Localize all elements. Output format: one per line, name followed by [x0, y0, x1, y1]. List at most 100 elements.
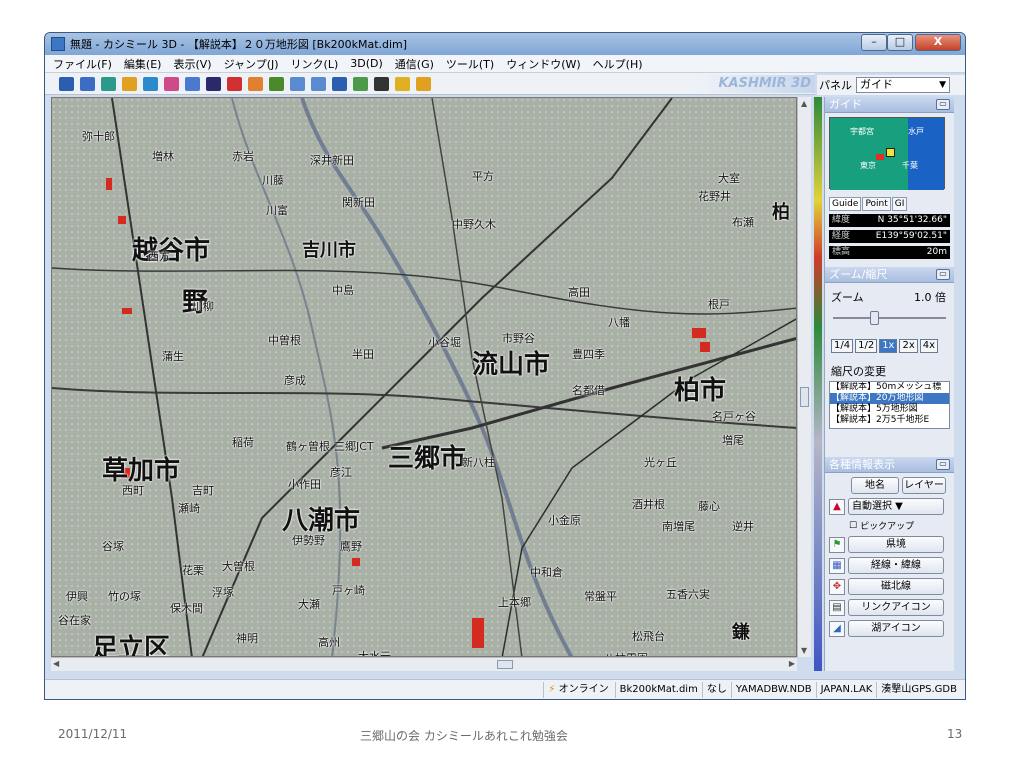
guide-map[interactable]: 宇都宮 水戸 東京 千葉	[829, 117, 945, 190]
stamp2-icon[interactable]	[122, 76, 137, 91]
arrow-right-icon[interactable]	[311, 76, 326, 91]
zoom-button-3[interactable]: 2x	[899, 339, 918, 353]
guide-header[interactable]: ガイド ▭	[825, 97, 954, 113]
zoom-position-icon[interactable]	[59, 76, 74, 91]
info-button-4[interactable]: 湖アイコン	[848, 620, 944, 637]
map-label: 鎌	[732, 622, 750, 643]
zoom-slider[interactable]	[833, 311, 946, 325]
scroll-down-icon[interactable]: ▼	[801, 646, 807, 655]
menu-item-3[interactable]: ジャンプ(J)	[224, 56, 279, 72]
scroll-right-icon[interactable]: ▶	[789, 659, 795, 668]
map-label: 新八柱	[462, 456, 495, 469]
menu-item-4[interactable]: リンク(L)	[291, 56, 339, 72]
eraser-icon[interactable]	[248, 76, 263, 91]
stamp-icon[interactable]	[101, 76, 116, 91]
info-button-0[interactable]: 県境	[848, 536, 944, 553]
panel-selector: パネル ガイド ▼	[817, 75, 965, 95]
camera-icon[interactable]	[332, 76, 347, 91]
panel-dropdown-value: ガイド	[860, 78, 893, 91]
map-label: 大曽根	[222, 560, 255, 573]
menu-item-1[interactable]: 編集(E)	[124, 56, 162, 72]
auto-select-dropdown[interactable]: 自動選択 ▼	[848, 498, 944, 515]
pickup-checkbox[interactable]: ☐	[849, 521, 857, 531]
collapse-icon[interactable]: ▭	[936, 459, 950, 470]
map-label: 西方	[148, 250, 170, 263]
flag-icon[interactable]	[416, 76, 431, 91]
compass-icon[interactable]: ✥	[829, 578, 845, 595]
help-icon[interactable]	[395, 76, 410, 91]
map-label: 中野久木	[452, 218, 496, 231]
scroll-thumb-h[interactable]	[497, 660, 513, 669]
menu-item-2[interactable]: 表示(V)	[173, 56, 211, 72]
lake-icon[interactable]: ◢	[829, 620, 845, 637]
collapse-icon[interactable]: ▭	[936, 269, 950, 280]
map-label: 大瀬	[298, 598, 320, 611]
map-vertical-scrollbar[interactable]: ▲ ▼	[797, 97, 811, 657]
online-label: オンライン	[558, 683, 609, 695]
footer-caption: 三郷山の会 カシミールあれこれ勉強会	[360, 729, 568, 743]
save-icon[interactable]	[374, 76, 389, 91]
title-bar[interactable]: 無題 - カシミール 3D - 【解説本】２０万地形図 [Bk200kMat.d…	[45, 33, 965, 55]
menu-item-5[interactable]: 3D(D)	[350, 57, 383, 70]
scale-list[interactable]: 【解説本】50mメッシュ標 【解説本】20万地形図 【解説本】5万地形図 【解説本】2…	[829, 381, 950, 429]
map-label: 吉町	[192, 484, 214, 497]
zoom-buttons: 1/4 1/2 1x 2x 4x	[825, 325, 954, 353]
table-icon[interactable]	[353, 76, 368, 91]
map-view[interactable]: 越谷市 吉川市野流山市 柏市 草加市 八潮市 三郷市 足立区 弥十郎 増林 赤岩 深井新田 平方 大室花…	[51, 97, 797, 657]
map-label: 三郷市	[388, 444, 467, 474]
zoom-button-0[interactable]: 1/4	[831, 339, 854, 353]
menu-item-7[interactable]: ツール(T)	[446, 56, 494, 72]
panel-dropdown[interactable]: ガイド ▼	[856, 77, 950, 93]
tab-point[interactable]: Point	[862, 197, 891, 211]
link-icon[interactable]: ▤	[829, 599, 845, 616]
info-button-2[interactable]: 磁北線	[848, 578, 944, 595]
info-header[interactable]: 各種情報表示 ▭	[825, 457, 954, 473]
close-button[interactable]: X	[915, 34, 961, 51]
map-label: 布瀬	[732, 216, 754, 229]
menu-item-9[interactable]: ヘルプ(H)	[593, 56, 643, 72]
flag-icon[interactable]: ⚑	[829, 536, 845, 553]
scroll-left-icon[interactable]: ◀	[53, 659, 59, 668]
tab-gi[interactable]: GI	[891, 197, 908, 211]
ruler-icon[interactable]	[269, 76, 284, 91]
minimize-button[interactable]: –	[861, 34, 887, 51]
stamp5-icon[interactable]	[185, 76, 200, 91]
maximize-button[interactable]: □	[887, 34, 913, 51]
binoculars-icon[interactable]	[206, 76, 221, 91]
layer-marker-icon[interactable]: ▲	[829, 498, 845, 515]
zoom-button-4[interactable]: 4x	[919, 339, 939, 353]
scale-list-item[interactable]: 【解説本】2万5千地形E	[830, 415, 949, 426]
scale-list-item[interactable]: 【解説本】50mメッシュ標	[830, 382, 949, 393]
menu-item-8[interactable]: ウィンドウ(W)	[506, 56, 580, 72]
menu-item-0[interactable]: ファイル(F)	[53, 56, 112, 72]
map-horizontal-scrollbar[interactable]: ◀ ▶	[51, 657, 797, 671]
chevron-down-icon: ▼	[939, 80, 946, 90]
stamp3-icon[interactable]	[143, 76, 158, 91]
pen-icon[interactable]	[80, 76, 95, 91]
slider-knob[interactable]	[870, 311, 880, 325]
brush-icon[interactable]	[227, 76, 242, 91]
scroll-thumb[interactable]	[800, 387, 809, 407]
zoom-header[interactable]: ズーム/縮尺 ▭	[825, 267, 954, 283]
map-label: 豊四季	[572, 348, 605, 361]
auto-select-value: 自動選択	[852, 501, 892, 512]
collapse-icon[interactable]: ▭	[936, 99, 950, 110]
scale-list-item[interactable]: 【解説本】5万地形図	[830, 404, 949, 415]
map-label: 伊興	[66, 590, 88, 603]
zoom-button-1[interactable]: 1/2	[855, 339, 878, 353]
zoom-button-2[interactable]: 1x	[879, 339, 898, 353]
scroll-up-icon[interactable]: ▲	[801, 99, 807, 108]
stamp4-icon[interactable]	[164, 76, 179, 91]
layer-button[interactable]: レイヤー	[902, 477, 946, 494]
map-label: 中和倉	[530, 566, 563, 579]
scale-list-item[interactable]: 【解説本】20万地形図	[830, 393, 949, 404]
grid-icon[interactable]: ▦	[829, 557, 845, 574]
arrow-left-icon[interactable]	[290, 76, 305, 91]
tab-guide[interactable]: Guide	[829, 197, 862, 211]
menu-item-6[interactable]: 通信(G)	[395, 56, 434, 72]
slider-track	[833, 317, 946, 319]
place-name-button[interactable]: 地名	[851, 477, 899, 494]
map-label: 深井新田	[310, 154, 354, 167]
info-button-3[interactable]: リンクアイコン	[848, 599, 944, 616]
info-button-1[interactable]: 経線・緯線	[848, 557, 944, 574]
